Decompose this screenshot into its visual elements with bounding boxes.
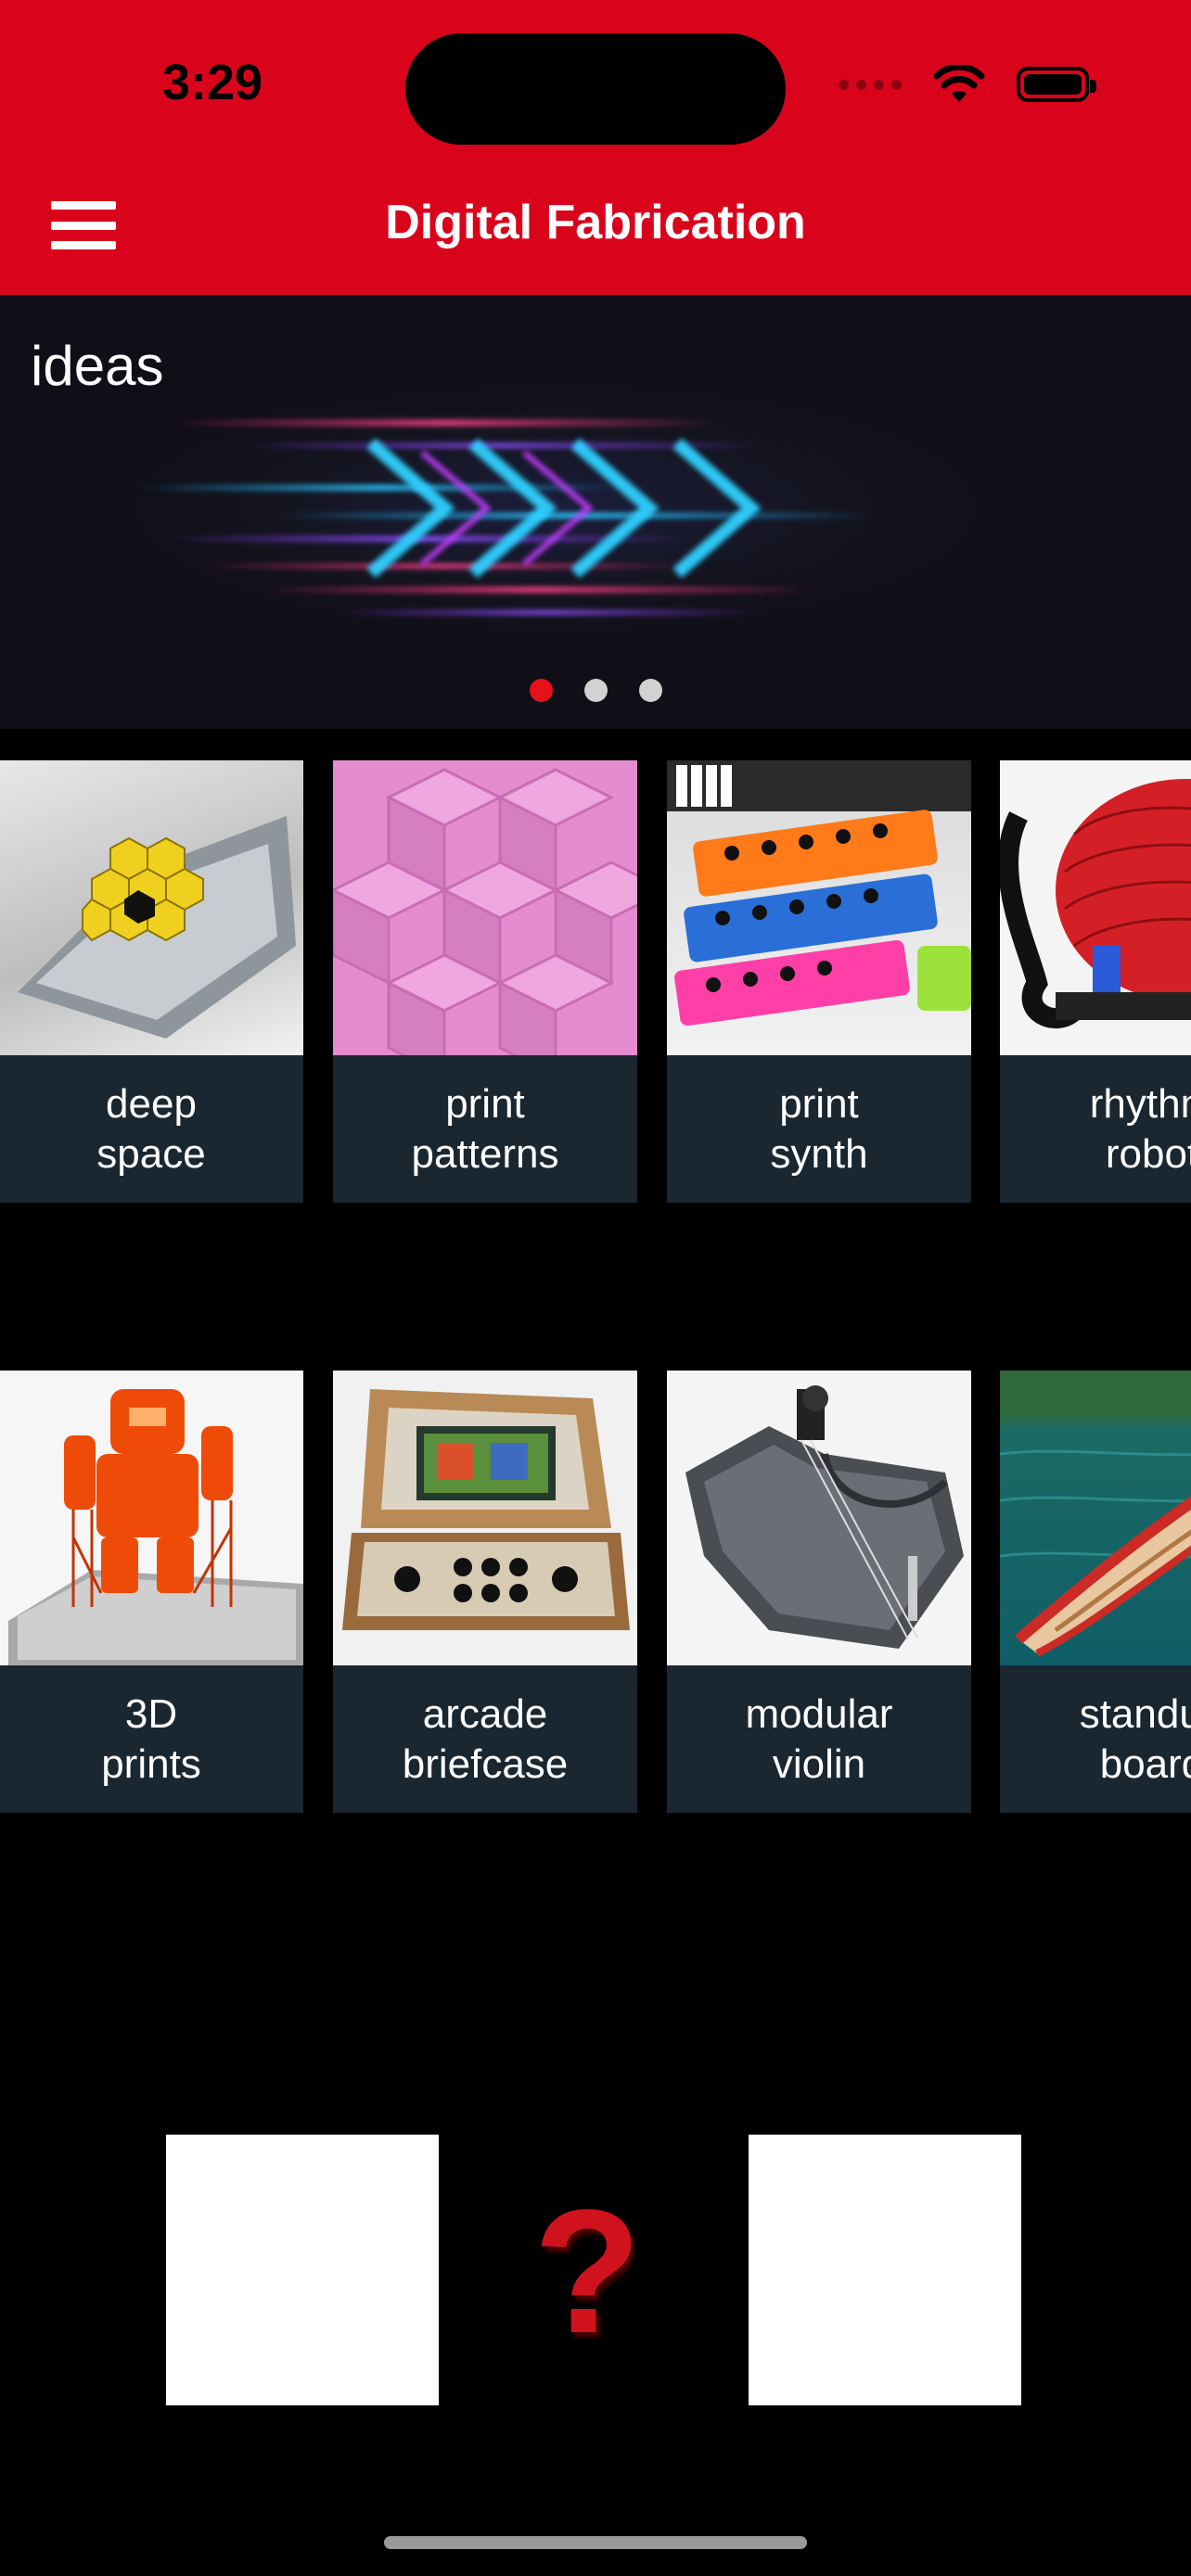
- card-print-patterns[interactable]: print patterns: [333, 760, 637, 1203]
- card-print-synth[interactable]: print synth: [667, 760, 971, 1203]
- card-standup-board[interactable]: standup board: [1000, 1371, 1191, 1813]
- right-white-button[interactable]: [749, 2135, 1021, 2405]
- carousel-page-indicator: [0, 679, 1191, 702]
- card-caption: standup board: [1079, 1690, 1191, 1787]
- carousel-dot-2[interactable]: [583, 679, 608, 702]
- cellular-signal-icon: [839, 79, 902, 90]
- question-mark-icon[interactable]: ?: [533, 2184, 641, 2360]
- card-caption: print synth: [770, 1080, 868, 1177]
- card-caption: deep space: [96, 1080, 206, 1177]
- status-icons: [839, 65, 1096, 104]
- ideas-banner-carousel[interactable]: ideas: [0, 295, 1191, 729]
- card-caption: print patterns: [411, 1080, 559, 1177]
- print-synth-thumbnail: [667, 760, 971, 1055]
- card-deep-space[interactable]: deep space: [0, 760, 303, 1203]
- card-modular-violin[interactable]: modular violin: [667, 1371, 971, 1813]
- modular-violin-thumbnail: [667, 1371, 971, 1665]
- home-indicator[interactable]: [384, 2536, 807, 2549]
- card-arcade-briefcase[interactable]: arcade briefcase: [333, 1371, 637, 1813]
- chevron-streaks-graphic: [139, 420, 872, 615]
- card-caption: 3D prints: [101, 1690, 201, 1787]
- card-caption: modular violin: [745, 1690, 893, 1787]
- 3d-prints-thumbnail: [0, 1371, 303, 1665]
- rhythm-robot-thumbnail: [1000, 760, 1191, 1055]
- print-patterns-thumbnail: [333, 760, 637, 1055]
- card-rhythm-robot[interactable]: rhythm robot: [1000, 760, 1191, 1203]
- ideas-row-1[interactable]: deep space print patterns print synth rh…: [0, 760, 1191, 1203]
- ideas-row-2[interactable]: 3D prints arcade briefcase modular violi…: [0, 1371, 1191, 1813]
- arcade-briefcase-thumbnail: [333, 1371, 637, 1665]
- app-header: 3:29 Digital Fabrication: [0, 0, 1191, 295]
- card-caption: rhythm robot: [1089, 1080, 1191, 1177]
- page-title: Digital Fabrication: [385, 196, 806, 249]
- card-caption: arcade briefcase: [402, 1690, 569, 1787]
- dynamic-island: [405, 33, 786, 145]
- left-white-button[interactable]: [166, 2135, 439, 2405]
- banner-label: ideas: [31, 335, 164, 397]
- status-time: 3:29: [162, 55, 263, 110]
- standup-board-thumbnail: [1000, 1371, 1191, 1665]
- carousel-dot-1[interactable]: [529, 679, 553, 702]
- card-3d-prints[interactable]: 3D prints: [0, 1371, 303, 1813]
- wifi-icon: [933, 65, 985, 102]
- battery-icon: [1017, 67, 1096, 102]
- deep-space-thumbnail: [0, 760, 303, 1055]
- carousel-dot-3[interactable]: [638, 679, 662, 702]
